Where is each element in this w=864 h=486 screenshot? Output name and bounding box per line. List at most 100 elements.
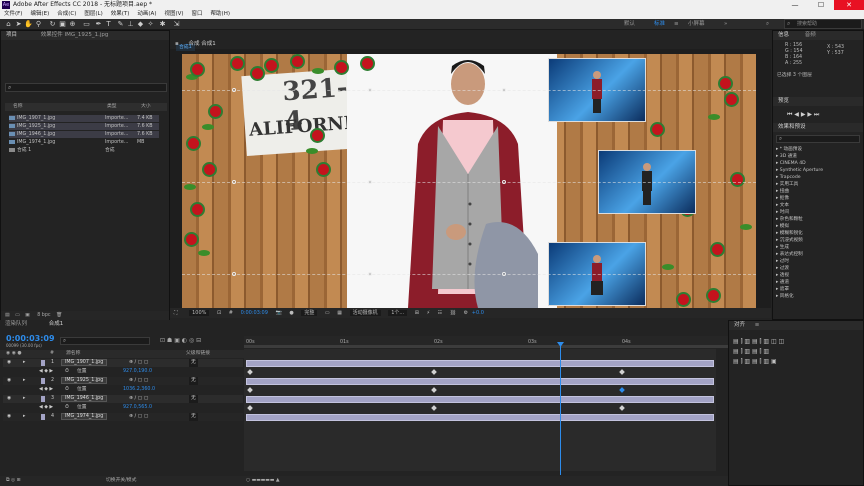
list-item[interactable]: IMG_1925_1.jpg Importe... 7.6 KB bbox=[9, 123, 159, 130]
menu-window[interactable]: 窗口 bbox=[188, 10, 207, 19]
pen-tool-icon[interactable]: ✒ bbox=[94, 20, 103, 29]
tab-project[interactable]: 项目 bbox=[6, 32, 17, 38]
effects-category-item[interactable]: ▸ 过渡 bbox=[776, 265, 789, 272]
layer-switches[interactable]: ⊕ ∕ ▢ ▢ bbox=[129, 413, 148, 421]
type-tool-icon[interactable]: T bbox=[104, 20, 113, 29]
effects-category-item[interactable]: ▸ 时间 bbox=[776, 209, 789, 216]
menu-edit[interactable]: 编辑(E) bbox=[26, 10, 53, 19]
layer-name[interactable]: IMG_1974_1.jpg bbox=[61, 413, 108, 420]
flowchart-icon[interactable]: ⛓ bbox=[450, 310, 456, 316]
effects-category-item[interactable]: ▸ * 动画预设 bbox=[776, 146, 802, 153]
layer-switches[interactable]: ⊕ ∕ ▢ ▢ bbox=[129, 359, 148, 367]
effects-category-item[interactable]: ▸ 实用工具 bbox=[776, 181, 798, 188]
eye-icon[interactable]: ◉ bbox=[7, 377, 11, 385]
column-source-name[interactable]: 源名称 bbox=[66, 350, 80, 358]
list-item[interactable]: IMG_1907_1.jpg Importe... 7.4 KB bbox=[9, 115, 159, 122]
color-channel-icon[interactable]: ● bbox=[289, 310, 293, 316]
menu-file[interactable]: 文件(F) bbox=[0, 10, 26, 19]
snapshot-icon[interactable]: 📷 bbox=[276, 310, 282, 316]
work-area-bar[interactable] bbox=[244, 345, 728, 348]
effects-search-input[interactable]: ⌕ bbox=[776, 135, 860, 143]
workspace-small-screen[interactable]: 小屏幕 bbox=[688, 20, 705, 29]
label-color[interactable] bbox=[41, 378, 45, 384]
effects-category-item[interactable]: ▸ 遮罩 bbox=[776, 286, 789, 293]
roto-brush-icon[interactable]: ✧ bbox=[146, 20, 155, 29]
transform-handle[interactable] bbox=[502, 180, 506, 184]
column-name[interactable]: 名称 bbox=[13, 103, 23, 111]
always-preview-icon[interactable]: ⛶ bbox=[174, 310, 178, 316]
lock-icon[interactable]: ▸ bbox=[23, 395, 25, 403]
transparency-grid-icon[interactable]: ▦ bbox=[337, 310, 342, 316]
tab-timeline-comp[interactable]: 合成1 bbox=[49, 321, 64, 327]
menu-layer[interactable]: 图层(L) bbox=[80, 10, 106, 19]
maximize-button[interactable]: ☐ bbox=[808, 0, 834, 10]
parent-select[interactable]: 无 bbox=[189, 413, 198, 421]
effects-category-item[interactable]: ▸ 透视 bbox=[776, 272, 789, 279]
lock-icon[interactable]: ▸ bbox=[23, 413, 25, 421]
effects-category-item[interactable]: ▸ Trapcode bbox=[776, 174, 801, 181]
layer-duration-bar[interactable] bbox=[246, 414, 714, 421]
transform-handle[interactable] bbox=[368, 272, 372, 276]
eye-icon[interactable]: ◉ bbox=[7, 359, 11, 367]
menu-help[interactable]: 帮助(H) bbox=[207, 10, 234, 19]
menu-effect[interactable]: 效果(T) bbox=[107, 10, 134, 19]
list-item[interactable]: IMG_1974_1.jpg Importe... MB bbox=[9, 139, 159, 146]
clone-tool-icon[interactable]: ⊥ bbox=[126, 20, 135, 29]
effects-category-item[interactable]: ▸ 杂色和颗粒 bbox=[776, 216, 803, 223]
views-select[interactable]: 1个... bbox=[388, 310, 408, 316]
exposure-value[interactable]: +0.0 bbox=[472, 310, 484, 316]
workspace-more[interactable]: » bbox=[724, 20, 727, 29]
eye-icon[interactable]: ◉ bbox=[7, 395, 11, 403]
stopwatch-icon[interactable]: ⏱ bbox=[65, 404, 69, 412]
brush-tool-icon[interactable]: ✎ bbox=[116, 20, 125, 29]
camera-select[interactable]: 活动摄像机 bbox=[349, 310, 381, 316]
list-item[interactable]: 合成 1 合成 bbox=[9, 147, 159, 154]
trash-icon[interactable]: 🗑 bbox=[56, 313, 62, 318]
tab-info[interactable]: 信息 bbox=[778, 32, 789, 38]
property-row[interactable]: ◀ ◆ ▶ ⏱ 位置 927.0,190.0 bbox=[3, 368, 243, 376]
timeline-icon[interactable]: ☷ bbox=[438, 310, 442, 316]
project-search-input[interactable]: ⌕ bbox=[5, 83, 167, 92]
toggle-panel-icon[interactable]: ⧉ ◎ ⊞ bbox=[6, 478, 21, 483]
interpret-footage-icon[interactable]: ▤ bbox=[5, 313, 10, 318]
parent-select[interactable]: 无 bbox=[189, 359, 198, 367]
toggle-switches-modes[interactable]: 切换开关/模式 bbox=[106, 476, 136, 486]
fit-icon[interactable]: ⊡ bbox=[217, 310, 221, 316]
layer-name[interactable]: IMG_1946_1.jpg bbox=[61, 395, 108, 402]
zoom-select[interactable]: 100% bbox=[189, 310, 210, 316]
layer-switches[interactable]: ⊕ ∕ ▢ ▢ bbox=[129, 377, 148, 385]
effects-category-item[interactable]: ▸ 过时 bbox=[776, 258, 789, 265]
property-value[interactable]: 927.0,565.0 bbox=[123, 404, 152, 412]
close-button[interactable]: ✕ bbox=[834, 0, 864, 10]
column-parent[interactable]: 父级和链接 bbox=[186, 350, 210, 358]
eye-icon[interactable]: ◉ bbox=[7, 413, 11, 421]
effects-category-item[interactable]: ▸ CINEMA 4D bbox=[776, 160, 806, 167]
transform-handle[interactable] bbox=[502, 272, 506, 276]
search-help-input[interactable]: ⌕ 搜索帮助 bbox=[784, 19, 862, 29]
effects-category-item[interactable]: ▸ 风格化 bbox=[776, 293, 794, 300]
effects-category-item[interactable]: ▸ 扭曲 bbox=[776, 188, 789, 195]
list-item[interactable]: IMG_1946_1.jpg Importe... 7.6 KB bbox=[9, 131, 159, 138]
zoom-tool-icon[interactable]: ⚲ bbox=[34, 20, 43, 29]
preview-controls[interactable]: ⏮ ◀ ▶ ▶ ⏭ bbox=[787, 111, 819, 119]
selection-tool-icon[interactable]: ➤ bbox=[14, 20, 23, 29]
tab-effect-controls[interactable]: 效果控件 IMG_1925_1.jpg bbox=[41, 32, 109, 38]
transform-handle[interactable] bbox=[502, 88, 506, 92]
timeline-switches-icons[interactable]: ⊡ ☗ ▣ ◐ ◎ ⊟ bbox=[160, 337, 201, 344]
label-color[interactable] bbox=[41, 396, 45, 402]
effects-category-item[interactable]: ▸ Synthetic Aperture bbox=[776, 167, 823, 174]
panel-menu-icon[interactable]: ≡ bbox=[755, 322, 760, 328]
effects-category-item[interactable]: ▸ 通道 bbox=[776, 279, 789, 286]
effects-category-item[interactable]: ▸ 文本 bbox=[776, 202, 789, 209]
label-color[interactable] bbox=[41, 360, 45, 366]
hand-tool-icon[interactable]: ✋ bbox=[24, 20, 33, 29]
effects-category-item[interactable]: ▸ 生成 bbox=[776, 244, 789, 251]
property-value[interactable]: 927.0,190.0 bbox=[123, 368, 152, 376]
current-time[interactable]: 0:00:03:09 bbox=[241, 310, 268, 316]
parent-select[interactable]: 无 bbox=[189, 395, 198, 403]
layer-row[interactable]: ◉ ▸ 3 IMG_1946_1.jpg ⊕ ∕ ▢ ▢ 无 bbox=[3, 395, 243, 403]
comp-breadcrumb[interactable]: 合成1 bbox=[176, 44, 195, 51]
reset-exposure-icon[interactable]: ⚙ bbox=[464, 310, 468, 316]
menu-composition[interactable]: 合成(C) bbox=[53, 10, 80, 19]
stopwatch-icon[interactable]: ⏱ bbox=[65, 386, 69, 394]
